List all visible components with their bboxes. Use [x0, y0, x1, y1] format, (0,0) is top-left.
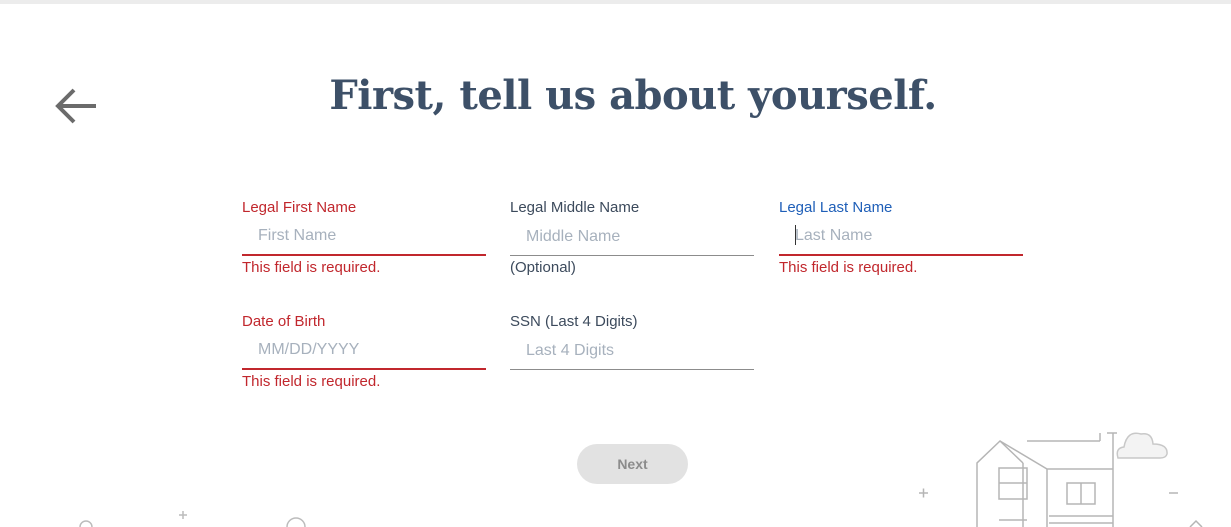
- first-name-label: Legal First Name: [242, 199, 357, 216]
- dob-error: This field is required.: [242, 373, 381, 390]
- dob-input[interactable]: [242, 332, 486, 370]
- ssn-label: SSN (Last 4 Digits): [510, 313, 638, 330]
- middle-name-field: Legal Middle Name (Optional): [510, 198, 754, 279]
- dob-field: Date of Birth This field is required.: [242, 312, 486, 393]
- middle-name-input[interactable]: [510, 218, 754, 256]
- first-name-input[interactable]: [242, 218, 486, 256]
- next-button[interactable]: Next: [577, 444, 688, 484]
- decorative-sketch-left: [79, 511, 306, 527]
- text-caret: [795, 225, 796, 245]
- first-name-field: Legal First Name This field is required.: [242, 198, 486, 279]
- ssn-input[interactable]: [510, 332, 754, 370]
- page-title: First, tell us about yourself.: [329, 72, 937, 119]
- ssn-field: SSN (Last 4 Digits): [510, 312, 754, 370]
- last-name-label: Legal Last Name: [779, 199, 893, 216]
- middle-name-hint: (Optional): [510, 259, 576, 276]
- first-name-error: This field is required.: [242, 259, 381, 276]
- last-name-error: This field is required.: [779, 259, 918, 276]
- dob-label: Date of Birth: [242, 313, 326, 330]
- last-name-field: Legal Last Name This field is required.: [779, 198, 1023, 279]
- middle-name-label: Legal Middle Name: [510, 199, 640, 216]
- last-name-input[interactable]: [779, 218, 1023, 256]
- top-border: [0, 0, 1231, 4]
- house-illustration: [919, 432, 1203, 527]
